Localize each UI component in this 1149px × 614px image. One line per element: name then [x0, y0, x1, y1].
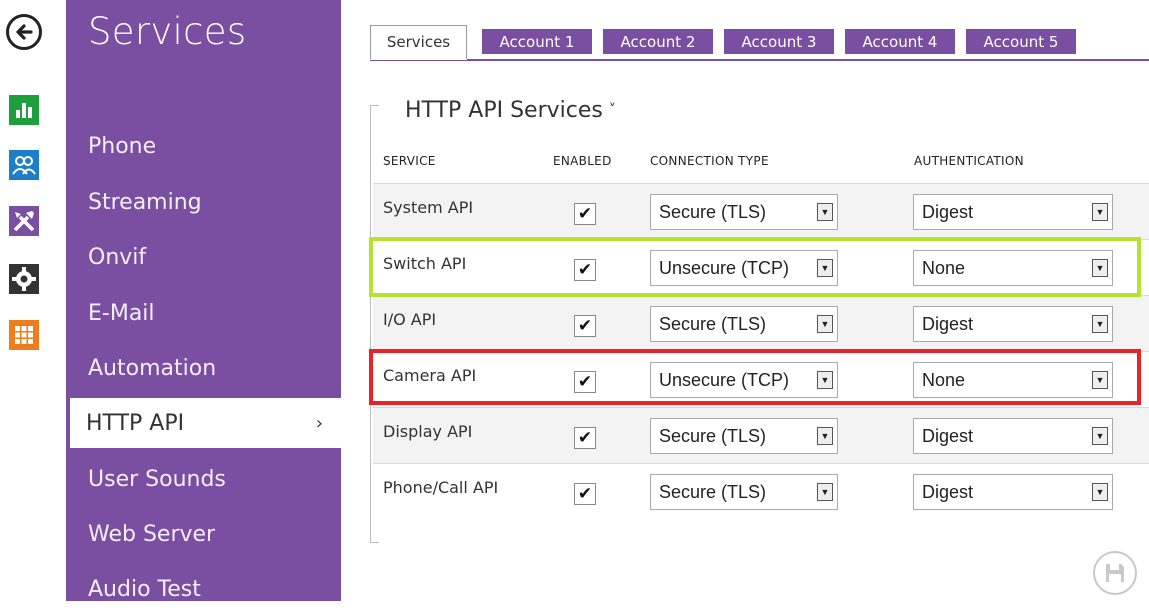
- menu-item-user-sounds[interactable]: User Sounds: [72, 454, 341, 504]
- column-header-enabled: ENABLED: [553, 154, 612, 168]
- grid-icon: [15, 326, 33, 344]
- bar-chart-icon: [16, 103, 32, 118]
- select-value: Digest: [922, 314, 974, 334]
- checkmark-icon: ✔: [577, 316, 593, 336]
- service-name: Display API: [383, 422, 473, 441]
- service-name: I/O API: [383, 310, 437, 329]
- tab-account-3[interactable]: Account 3: [724, 29, 834, 54]
- save-icon: [1106, 564, 1124, 582]
- table-row: System API ✔ Secure (TLS) ▼ Digest ▼: [373, 183, 1149, 239]
- status-nav-button[interactable]: [9, 95, 39, 125]
- services-nav-button[interactable]: [9, 320, 39, 350]
- tab-bar: Services Account 1 Account 2 Account 3 A…: [370, 25, 1149, 60]
- back-button[interactable]: [6, 14, 42, 50]
- connection-type-select[interactable]: Secure (TLS) ▼: [650, 306, 838, 342]
- checkmark-icon: ✔: [577, 484, 593, 504]
- dropdown-arrow-icon: ▼: [817, 315, 833, 333]
- menu-item-label: User Sounds: [88, 466, 226, 492]
- chevron-right-icon: ›: [315, 412, 323, 434]
- dropdown-arrow-icon: ▼: [1092, 427, 1108, 445]
- directory-nav-button[interactable]: [9, 150, 39, 180]
- column-header-connection: CONNECTION TYPE: [650, 154, 769, 168]
- dropdown-arrow-icon: ▼: [817, 203, 833, 221]
- menu-item-streaming[interactable]: Streaming: [72, 177, 341, 227]
- menu-item-label: Web Server: [88, 521, 216, 547]
- select-value: Secure (TLS): [659, 314, 767, 334]
- select-value: Secure (TLS): [659, 482, 767, 502]
- tab-services[interactable]: Services: [370, 25, 467, 60]
- menu-item-label: Audio Test: [88, 576, 201, 602]
- tab-account-4[interactable]: Account 4: [845, 29, 955, 54]
- highlight-switch-api: [369, 237, 1141, 297]
- menu-item-email[interactable]: E-Mail: [72, 288, 341, 338]
- authentication-select[interactable]: Digest ▼: [913, 194, 1113, 230]
- connection-type-select[interactable]: Secure (TLS) ▼: [650, 474, 838, 510]
- tools-icon: [13, 211, 35, 232]
- submenu-title: Services: [88, 10, 247, 53]
- save-button[interactable]: [1093, 551, 1137, 595]
- enabled-checkbox[interactable]: ✔: [574, 483, 596, 505]
- menu-item-web-server[interactable]: Web Server: [72, 509, 341, 559]
- column-header-service: SERVICE: [383, 154, 436, 168]
- connection-type-select[interactable]: Secure (TLS) ▼: [650, 194, 838, 230]
- menu-item-label: Onvif: [88, 244, 147, 270]
- section-title[interactable]: HTTP API Services ˅: [405, 98, 616, 123]
- connection-type-select[interactable]: Secure (TLS) ▼: [650, 418, 838, 454]
- users-icon: [12, 156, 36, 175]
- table-row: I/O API ✔ Secure (TLS) ▼ Digest ▼: [373, 295, 1149, 351]
- table-row: Phone/Call API ✔ Secure (TLS) ▼ Digest ▼: [373, 463, 1149, 519]
- checkmark-icon: ✔: [577, 428, 593, 448]
- service-name: Phone/Call API: [383, 478, 499, 497]
- dropdown-arrow-icon: ▼: [817, 483, 833, 501]
- tab-account-5[interactable]: Account 5: [966, 29, 1076, 54]
- tab-account-2[interactable]: Account 2: [603, 29, 713, 54]
- menu-item-label: HTTP API: [86, 410, 185, 436]
- select-value: Secure (TLS): [659, 202, 767, 222]
- menu-item-phone[interactable]: Phone: [72, 121, 341, 171]
- menu-item-label: Automation: [88, 355, 217, 381]
- service-name: System API: [383, 198, 474, 217]
- tab-account-1[interactable]: Account 1: [482, 29, 592, 54]
- dropdown-arrow-icon: ▼: [1092, 483, 1108, 501]
- menu-item-automation[interactable]: Automation: [72, 343, 341, 393]
- system-nav-button[interactable]: [9, 264, 39, 294]
- back-arrow-icon: [16, 24, 33, 40]
- enabled-checkbox[interactable]: ✔: [574, 203, 596, 225]
- enabled-checkbox[interactable]: ✔: [574, 315, 596, 337]
- menu-item-http-api[interactable]: HTTP API ›: [70, 398, 341, 448]
- dropdown-arrow-icon: ▼: [1092, 203, 1108, 221]
- authentication-select[interactable]: Digest ▼: [913, 418, 1113, 454]
- icon-rail: [0, 0, 66, 601]
- menu-item-label: Streaming: [88, 189, 202, 215]
- select-value: Digest: [922, 482, 974, 502]
- authentication-select[interactable]: Digest ▼: [913, 474, 1113, 510]
- checkmark-icon: ✔: [577, 204, 593, 224]
- services-submenu: Services Phone Streaming Onvif E-Mail Au…: [66, 0, 341, 602]
- menu-item-onvif[interactable]: Onvif: [72, 232, 341, 282]
- highlight-camera-api: [369, 349, 1141, 405]
- menu-item-label: Phone: [88, 133, 157, 159]
- select-value: Digest: [922, 202, 974, 222]
- select-value: Digest: [922, 426, 974, 446]
- dropdown-arrow-icon: ▼: [1092, 315, 1108, 333]
- table-row: Display API ✔ Secure (TLS) ▼ Digest ▼: [373, 407, 1149, 463]
- enabled-checkbox[interactable]: ✔: [574, 427, 596, 449]
- menu-item-label: E-Mail: [88, 300, 155, 326]
- hardware-nav-button[interactable]: [9, 206, 39, 236]
- gear-icon: [12, 267, 36, 291]
- select-value: Secure (TLS): [659, 426, 767, 446]
- dropdown-arrow-icon: ▼: [817, 427, 833, 445]
- menu-item-audio-test[interactable]: Audio Test: [72, 564, 341, 614]
- section-title-text: HTTP API Services: [405, 98, 603, 123]
- authentication-select[interactable]: Digest ▼: [913, 306, 1113, 342]
- chevron-down-icon: ˅: [608, 102, 616, 118]
- column-header-authentication: AUTHENTICATION: [914, 154, 1024, 168]
